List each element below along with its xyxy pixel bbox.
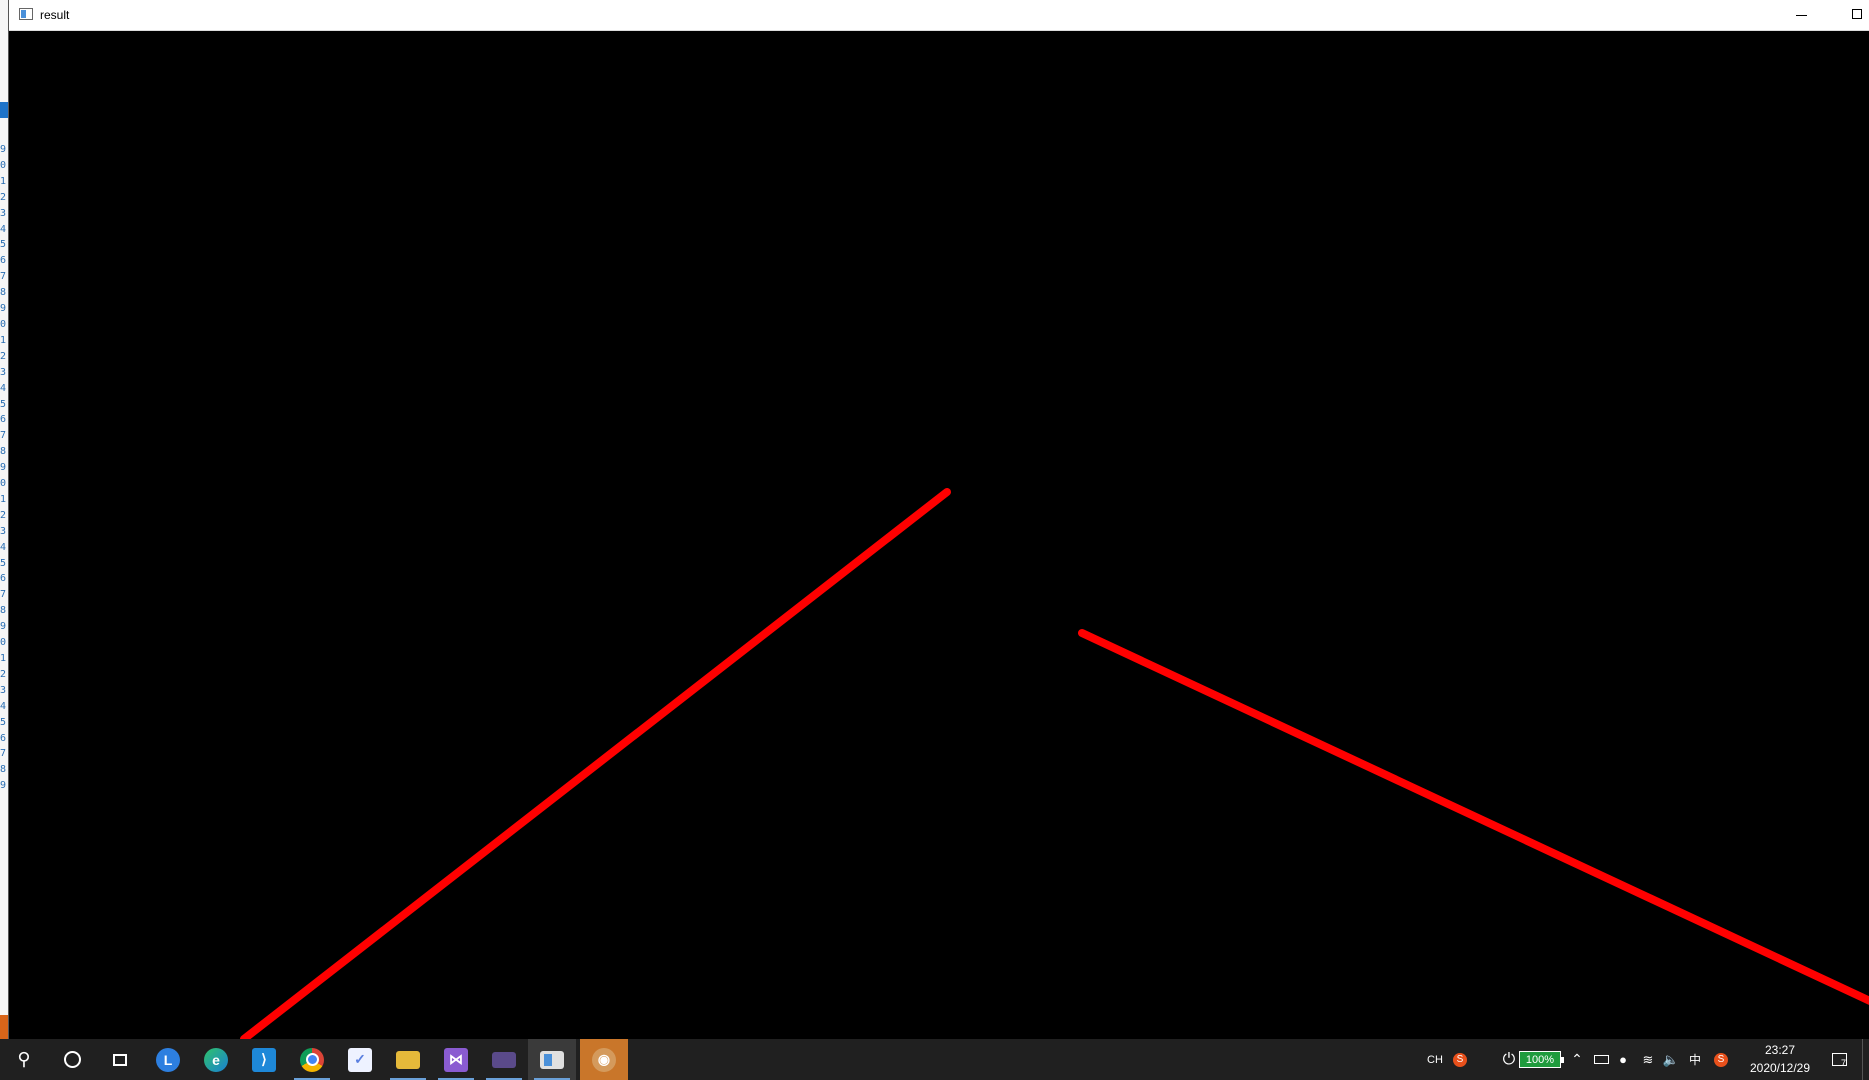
ime-tray-icon[interactable]: S	[1448, 1039, 1472, 1080]
right-red-line	[1078, 629, 1869, 1005]
visual-studio-icon: ⋈	[444, 1047, 468, 1072]
cortana-icon	[63, 1051, 81, 1068]
file-explorer-icon	[396, 1050, 420, 1069]
taskbar-app-result[interactable]	[528, 1039, 576, 1080]
notification-count: 7	[1841, 1058, 1847, 1068]
terminal-icon	[492, 1051, 516, 1068]
task-view-icon	[113, 1053, 127, 1066]
canvas-drawing	[240, 488, 1869, 1039]
network-wifi-icon[interactable]: ≋	[1636, 1039, 1660, 1080]
penguin-icon: ●	[1619, 1052, 1627, 1067]
chrome-icon	[300, 1047, 324, 1072]
window-title: result	[40, 8, 70, 22]
taskbar-app-file-explorer[interactable]	[384, 1039, 432, 1080]
taskbar-app-clock[interactable]: L	[144, 1039, 192, 1080]
taskbar: ⚲ L e ⟩ ✓ ⋈ ◉ CH S ⏻ 100% ⌃ ● ≋ 🔈 中 S 23…	[0, 1039, 1869, 1080]
result-window[interactable]: result	[8, 0, 1869, 1039]
show-hidden-icons-button[interactable]: ⌃	[1566, 1039, 1588, 1080]
task-view-button[interactable]	[96, 1039, 144, 1080]
taskbar-app-terminal[interactable]	[480, 1039, 528, 1080]
maximize-button[interactable]	[1830, 0, 1869, 30]
desktop-screen: 9 0 1 2 3 4 5 6 7 8 9 0 1 2 3 4 5 6 7 8 …	[0, 0, 1869, 1080]
left-red-line	[240, 488, 951, 1039]
battery-tray-icon[interactable]	[1590, 1039, 1612, 1080]
power-plug-icon: ⏻	[1502, 1050, 1516, 1068]
vscode-icon: ⟩	[252, 1047, 276, 1072]
sogou-s-icon: S	[1714, 1052, 1728, 1067]
sogou-tray-button[interactable]: S	[1708, 1039, 1734, 1080]
title-bar[interactable]: result	[9, 0, 1869, 31]
sogou-icon: S	[1453, 1052, 1467, 1067]
qq-tray-icon[interactable]: ●	[1612, 1039, 1634, 1080]
taskbar-app-visual-studio[interactable]: ⋈	[432, 1039, 480, 1080]
minimize-button[interactable]	[1782, 0, 1822, 30]
clock[interactable]: 23:27 2020/12/29	[1740, 1039, 1820, 1080]
taskbar-app-feather[interactable]: ✓	[336, 1039, 384, 1080]
clock-date: 2020/12/29	[1749, 1061, 1811, 1075]
app-clock-icon: L	[156, 1047, 180, 1072]
clock-time: 23:27	[1764, 1043, 1796, 1057]
battery-indicator[interactable]: 100%	[1519, 1051, 1564, 1068]
input-mode-indicator[interactable]: 中	[1684, 1039, 1706, 1080]
volume-icon[interactable]: 🔈	[1660, 1039, 1682, 1080]
taskbar-app-edge[interactable]: e	[192, 1039, 240, 1080]
show-desktop-button[interactable]	[1862, 1039, 1869, 1080]
window-app-icon	[19, 8, 33, 20]
chevron-up-icon: ⌃	[1571, 1051, 1583, 1067]
background-blue-marker	[0, 102, 8, 118]
cortana-button[interactable]	[48, 1039, 96, 1080]
search-icon: ⚲	[17, 1049, 31, 1069]
image-canvas	[9, 31, 1869, 1039]
notification-center-button[interactable]: 7	[1822, 1039, 1856, 1080]
feather-app-icon: ✓	[348, 1047, 372, 1072]
search-button[interactable]: ⚲	[0, 1039, 48, 1080]
result-window-icon	[540, 1050, 564, 1069]
taskbar-app-chrome[interactable]	[288, 1039, 336, 1080]
taskbar-app-vscode[interactable]: ⟩	[240, 1039, 288, 1080]
edge-icon: e	[204, 1047, 228, 1072]
image-viewer-icon: ◉	[592, 1047, 616, 1072]
taskbar-app-image-viewer[interactable]: ◉	[580, 1039, 628, 1080]
language-indicator[interactable]: CH	[1422, 1039, 1448, 1080]
